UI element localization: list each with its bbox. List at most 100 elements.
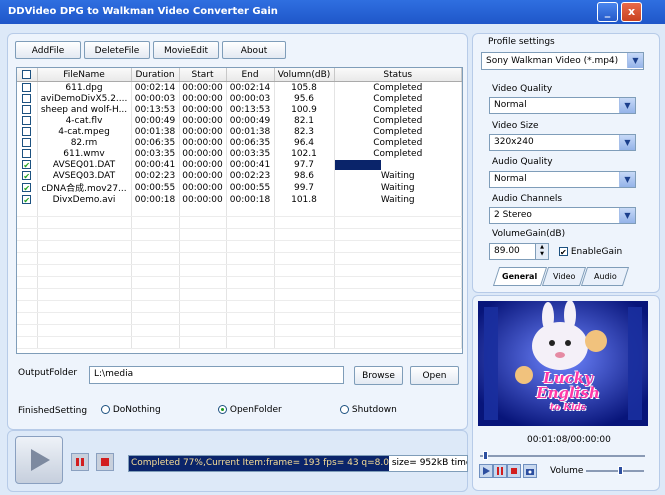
radio-shutdown-indicator <box>340 405 349 414</box>
tab-video[interactable]: Video <box>541 267 587 286</box>
cell-start: 00:00:00 <box>179 115 227 126</box>
tab-audio[interactable]: Audio <box>580 267 630 286</box>
enable-gain-checkbox[interactable]: ✔ EnableGain <box>559 247 622 257</box>
table-row[interactable]: ✔ AVSEQ03.DAT 00:02:23 00:00:00 00:02:23 98.6… <box>17 170 462 181</box>
radio-do-nothing[interactable]: DoNothing <box>101 405 161 415</box>
browse-button[interactable]: Browse <box>354 366 403 385</box>
seek-slider-thumb[interactable] <box>483 451 489 460</box>
volume-gain-input[interactable]: 89.00 ▲ ▼ <box>489 243 549 260</box>
open-folder-button[interactable]: Open <box>410 366 459 385</box>
profile-select[interactable]: Sony Walkman Video (*.mp4) ▼ <box>481 52 644 70</box>
add-file-button[interactable]: AddFile <box>15 41 81 59</box>
audio-quality-select[interactable]: Normal ▼ <box>489 171 636 188</box>
cell-duration: 00:00:18 <box>131 194 180 205</box>
row-checkbox[interactable]: ✔ <box>17 181 38 194</box>
cell-end: 00:00:03 <box>226 93 275 104</box>
cell-volume: 95.6 <box>274 93 335 104</box>
table-row[interactable]: ✔ DivxDemo.avi 00:00:18 00:00:00 00:00:18 101… <box>17 194 462 205</box>
cell-end: 00:02:14 <box>226 81 275 93</box>
column-header-duration[interactable]: Duration <box>131 68 180 82</box>
row-checkbox[interactable]: ✔ <box>17 170 38 181</box>
preview-stop-button[interactable] <box>507 464 521 478</box>
table-row[interactable]: 4-cat.flv 00:00:49 00:00:00 00:00:49 82.1 Com… <box>17 115 462 126</box>
row-checkbox[interactable] <box>17 137 38 148</box>
row-checkbox[interactable] <box>17 81 38 93</box>
camera-icon <box>526 469 534 475</box>
cell-status: Waiting <box>334 194 462 205</box>
output-folder-input[interactable]: L:\media <box>89 366 344 384</box>
finished-setting-label: FinishedSetting <box>18 406 88 416</box>
row-checkbox[interactable] <box>17 115 38 126</box>
preview-pause-button[interactable] <box>493 464 507 478</box>
table-row[interactable]: 82.rm 00:06:35 00:00:00 00:06:35 96.4 Complet… <box>17 137 462 148</box>
file-table[interactable]: FileName Duration Start End Volumn(dB) S… <box>16 67 463 354</box>
enable-gain-check-icon: ✔ <box>559 247 568 257</box>
radio-open-folder[interactable]: OpenFolder <box>218 405 282 415</box>
close-button[interactable]: x <box>621 2 642 22</box>
table-row[interactable]: 611.wmv 00:03:35 00:00:00 00:03:35 102.1 Comp… <box>17 148 462 159</box>
seek-slider[interactable] <box>480 451 645 460</box>
cell-duration: 00:01:38 <box>131 126 180 137</box>
movie-edit-button[interactable]: MovieEdit <box>153 41 219 59</box>
column-header-filename[interactable]: FileName <box>37 68 132 82</box>
video-quality-select[interactable]: Normal ▼ <box>489 97 636 114</box>
table-row[interactable]: 611.dpg 00:02:14 00:00:00 00:02:14 105.8 Comp… <box>17 81 462 93</box>
tab-general[interactable]: General <box>492 267 548 286</box>
row-checkbox[interactable] <box>17 93 38 104</box>
select-all-checkbox[interactable] <box>17 68 38 82</box>
video-size-select[interactable]: 320x240 ▼ <box>489 134 636 151</box>
cell-status: Waiting <box>334 170 462 181</box>
radio-do-nothing-indicator <box>101 405 110 414</box>
empty-row <box>17 276 462 289</box>
cell-end: 00:00:41 <box>226 159 275 170</box>
cell-end: 00:06:35 <box>226 137 275 148</box>
minimize-button[interactable]: _ <box>597 2 618 22</box>
cell-volume: 97.7 <box>274 159 335 170</box>
radio-do-nothing-label: DoNothing <box>112 405 161 415</box>
row-checkbox[interactable] <box>17 104 38 115</box>
row-checkbox[interactable] <box>17 126 38 137</box>
play-icon <box>31 449 50 471</box>
video-size-value: 320x240 <box>494 137 534 147</box>
empty-row <box>17 312 462 325</box>
column-header-start[interactable]: Start <box>179 68 227 82</box>
cell-start: 00:00:00 <box>179 126 227 137</box>
audio-channels-select[interactable]: 2 Stereo ▼ <box>489 207 636 224</box>
table-row[interactable]: ✔ cDNA合成.mov27... 00:00:55 00:00:00 00:00:55… <box>17 181 462 194</box>
empty-row <box>17 216 462 229</box>
empty-row <box>17 288 462 301</box>
preview-play-button[interactable] <box>479 464 493 478</box>
table-row[interactable]: aviDemoDivX5.2.... 00:00:03 00:00:00 00:00:… <box>17 93 462 104</box>
volume-slider[interactable] <box>586 466 644 475</box>
cell-volume: 102.1 <box>274 148 335 159</box>
row-checkbox[interactable]: ✔ <box>17 159 38 170</box>
cell-duration: 00:00:55 <box>131 181 180 194</box>
pause-button[interactable] <box>71 453 89 471</box>
volume-gain-spinner[interactable]: ▲ ▼ <box>535 244 548 259</box>
column-header-end[interactable]: End <box>226 68 275 82</box>
radio-shutdown[interactable]: Shutdown <box>340 405 397 415</box>
empty-row <box>17 300 462 313</box>
row-progress-bar <box>334 160 382 170</box>
volume-slider-thumb[interactable] <box>617 466 623 475</box>
app-window: DDVideo DPG to Walkman Video Converter G… <box>0 0 665 495</box>
output-folder-label: OutputFolder <box>18 368 78 378</box>
row-checkbox[interactable] <box>17 148 38 159</box>
column-header-volume[interactable]: Volumn(dB) <box>274 68 335 82</box>
stop-button[interactable] <box>96 453 114 471</box>
table-row[interactable]: 4-cat.mpeg 00:01:38 00:00:00 00:01:38 82.3 Co… <box>17 126 462 137</box>
delete-file-button[interactable]: DeleteFile <box>84 41 150 59</box>
column-header-status[interactable]: Status <box>334 68 462 82</box>
play-button[interactable] <box>15 436 63 484</box>
about-button[interactable]: About <box>222 41 286 59</box>
video-size-label: Video Size <box>492 121 539 131</box>
cell-volume: 99.7 <box>274 181 335 194</box>
table-row[interactable]: ✔ AVSEQ01.DAT 00:00:41 00:00:00 00:00:41 97.7… <box>17 159 462 170</box>
row-checkbox[interactable]: ✔ <box>17 194 38 205</box>
table-row[interactable]: sheep and wolf-H... 00:13:53 00:00:00 00:13… <box>17 104 462 115</box>
cell-filename: aviDemoDivX5.2.... <box>37 93 132 104</box>
audio-channels-label: Audio Channels <box>492 194 563 204</box>
cell-duration: 00:13:53 <box>131 104 180 115</box>
empty-row <box>17 336 462 349</box>
preview-snapshot-button[interactable] <box>523 464 537 478</box>
